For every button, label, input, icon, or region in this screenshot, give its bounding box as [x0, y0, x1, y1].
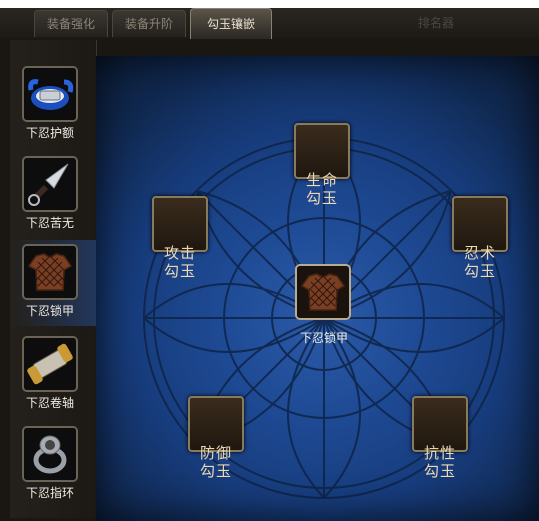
sidebar-item-kunai[interactable]: 下忍苦无: [10, 152, 96, 238]
gem-slot-attack[interactable]: 攻击 勾玉: [152, 196, 208, 280]
tab-upgrade[interactable]: 装备升阶: [112, 10, 186, 37]
tab-gem-inlay[interactable]: 勾玉镶嵌: [190, 8, 272, 39]
scroll-icon: [22, 336, 78, 392]
headband-icon: [22, 66, 78, 122]
gem-slot-ninjutsu[interactable]: 忍术 勾玉: [452, 196, 508, 280]
sidebar-item-label: 下忍卷轴: [25, 396, 74, 410]
gem-slot-label: 抗性 勾玉: [423, 444, 456, 480]
equipment-sidebar: 下忍护额 下忍苦无 下忍锁甲 下忍卷轴 下忍指环: [10, 40, 97, 518]
sidebar-item-label: 下忍指环: [25, 486, 74, 500]
equipment-window: 装备强化 装备升阶 勾玉镶嵌 排名器 下忍护额 下忍苦无 下忍锁甲 下忍卷轴 下…: [0, 0, 539, 521]
tab-strip: 装备强化 装备升阶 勾玉镶嵌 排名器: [0, 0, 539, 39]
ring-icon: [22, 426, 78, 482]
gem-slot-life[interactable]: 生命 勾玉: [294, 123, 350, 207]
chainmail-icon: [22, 244, 78, 300]
gem-slot-label: 忍术 勾玉: [463, 244, 496, 280]
kunai-icon: [22, 156, 78, 212]
chainmail-icon: [297, 266, 349, 318]
sidebar-item-label: 下忍护额: [25, 126, 74, 140]
sidebar-item-label: 下忍锁甲: [25, 304, 74, 318]
sidebar-item-ring[interactable]: 下忍指环: [10, 422, 96, 508]
gem-slot-label: 攻击 勾玉: [163, 244, 196, 280]
tab-ranking[interactable]: 排名器: [400, 10, 472, 36]
gem-slot-label: 防御 勾玉: [199, 444, 232, 480]
gem-inlay-panel: 生命 勾玉 攻击 勾玉 忍术 勾玉 防御 勾玉 抗性 勾玉 下忍锁甲: [96, 56, 539, 521]
gem-slot-label: 生命 勾玉: [305, 171, 338, 207]
center-equipment-label: 下忍锁甲: [299, 331, 348, 345]
gem-slot-resist[interactable]: 抗性 勾玉: [412, 396, 468, 480]
sidebar-item-headband[interactable]: 下忍护额: [10, 62, 96, 148]
sidebar-item-label: 下忍苦无: [25, 216, 74, 230]
gem-slot-defense[interactable]: 防御 勾玉: [188, 396, 244, 480]
sidebar-item-scroll[interactable]: 下忍卷轴: [10, 332, 96, 418]
tab-enhance[interactable]: 装备强化: [34, 10, 108, 37]
sidebar-item-chainmail[interactable]: 下忍锁甲: [10, 240, 96, 326]
center-equipment-slot[interactable]: [295, 264, 351, 320]
